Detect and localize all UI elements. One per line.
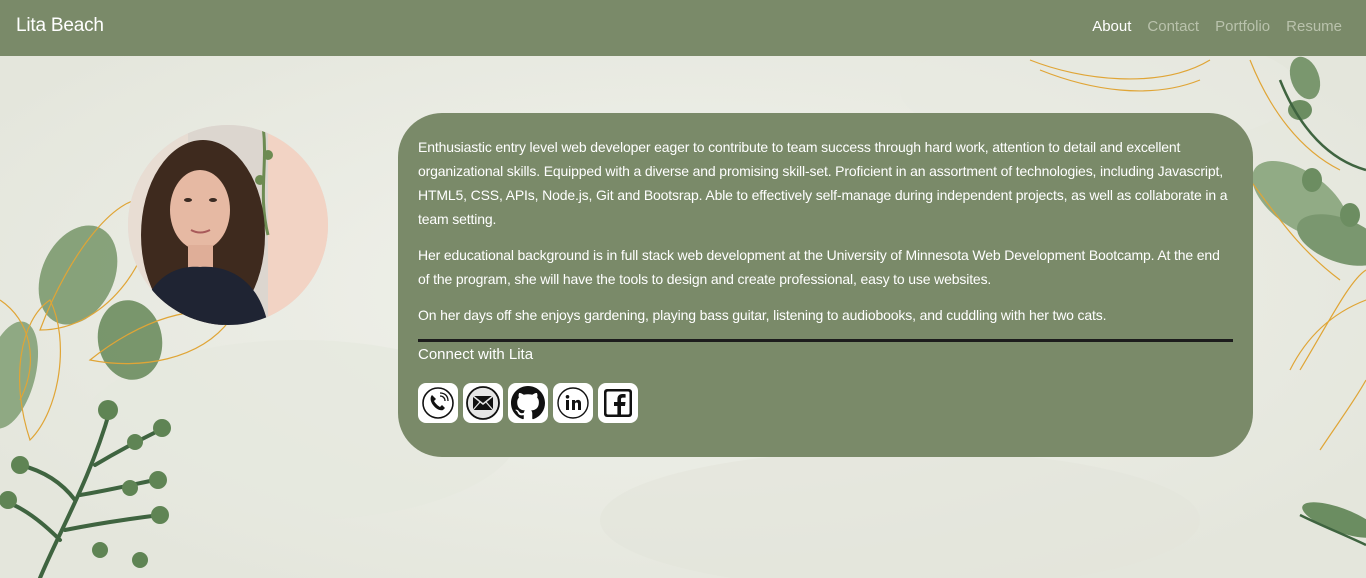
- facebook-icon: [604, 389, 632, 417]
- social-links: [418, 383, 1233, 423]
- section-divider: [418, 339, 1233, 342]
- profile-photo: [128, 125, 328, 325]
- about-paragraph-3: On her days off she enjoys gardening, pl…: [418, 307, 1107, 323]
- github-icon: [511, 386, 545, 420]
- brand-link[interactable]: Lita Beach: [16, 15, 104, 37]
- github-link[interactable]: [508, 383, 548, 423]
- linkedin-icon: [557, 387, 589, 419]
- nav-resume-link[interactable]: Resume: [1286, 18, 1342, 35]
- connect-heading: Connect with Lita: [418, 346, 534, 363]
- nav-links: About Contact Portfolio Resume: [1092, 18, 1342, 35]
- about-card: Enthusiastic entry level web developer e…: [398, 113, 1253, 457]
- linkedin-link[interactable]: [553, 383, 593, 423]
- nav-contact-link[interactable]: Contact: [1147, 18, 1199, 35]
- about-paragraph-1: Enthusiastic entry level web developer e…: [418, 139, 1228, 227]
- facebook-link[interactable]: [598, 383, 638, 423]
- email-icon: [466, 386, 500, 420]
- nav-portfolio-link[interactable]: Portfolio: [1215, 18, 1270, 35]
- phone-icon: [422, 387, 454, 419]
- phone-link[interactable]: [418, 383, 458, 423]
- top-navbar: Lita Beach About Contact Portfolio Resum…: [0, 0, 1366, 56]
- nav-about-link[interactable]: About: [1092, 18, 1131, 35]
- email-link[interactable]: [463, 383, 503, 423]
- about-paragraph-2: Her educational background is in full st…: [418, 247, 1220, 287]
